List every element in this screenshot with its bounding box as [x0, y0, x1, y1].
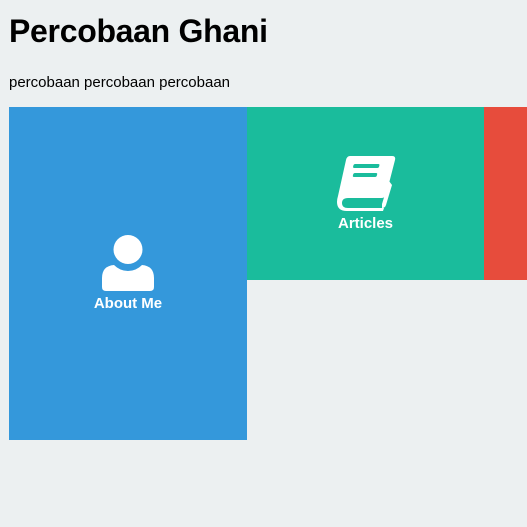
book-icon — [336, 155, 396, 211]
articles-label: Articles — [337, 214, 394, 232]
user-icon — [102, 234, 154, 291]
about-me-tile[interactable]: About Me — [9, 107, 247, 440]
articles-tile[interactable]: Articles — [247, 107, 484, 280]
about-me-label: About Me — [93, 294, 163, 312]
partial-tile[interactable] — [484, 107, 527, 280]
page-subtitle: percobaan percobaan percobaan — [9, 74, 231, 91]
page-title: Percobaan Ghani — [9, 13, 268, 49]
